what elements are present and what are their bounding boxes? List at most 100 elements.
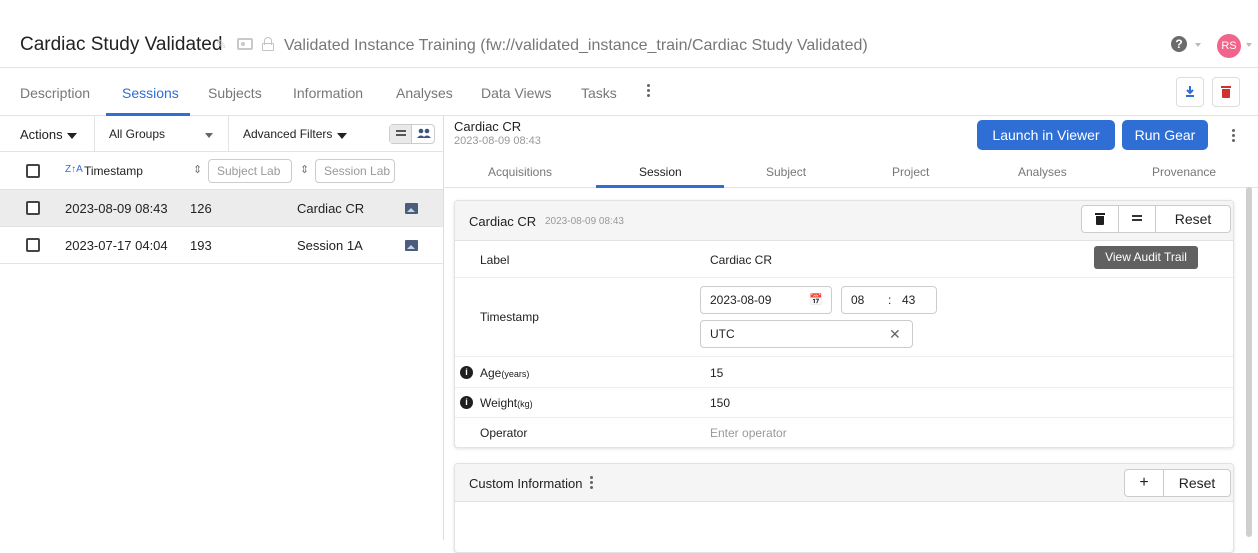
- view-audit-trail-button[interactable]: [1119, 206, 1155, 232]
- filters-chevron-down-icon[interactable]: [337, 133, 347, 139]
- audit-trail-tooltip: View Audit Trail: [1094, 246, 1198, 269]
- row-checkbox[interactable]: [26, 238, 40, 252]
- tab-data-views[interactable]: Data Views: [481, 85, 552, 101]
- actions-chevron-down-icon[interactable]: [67, 133, 77, 139]
- more-actions-icon[interactable]: [1232, 129, 1235, 144]
- actions-menu[interactable]: Actions: [20, 127, 63, 142]
- project-path[interactable]: Validated Instance Training (fw://valida…: [284, 37, 868, 55]
- card-actions-group: Reset: [1081, 205, 1231, 233]
- operator-input[interactable]: Enter operator: [710, 426, 787, 440]
- session-title: Cardiac CR: [454, 119, 522, 134]
- avatar-chevron-down-icon[interactable]: [1246, 43, 1252, 47]
- column-timestamp[interactable]: Timestamp: [84, 164, 143, 178]
- custom-reset-button[interactable]: Reset: [1164, 470, 1230, 496]
- lock-icon: [262, 37, 274, 51]
- delete-session-button[interactable]: [1082, 206, 1118, 232]
- table-row[interactable]: 2023-07-17 04:04 193 Session 1A: [0, 227, 443, 264]
- label-field-value[interactable]: Cardiac CR: [710, 253, 772, 267]
- tab-analyses[interactable]: Analyses: [396, 85, 453, 101]
- divider: [94, 116, 95, 152]
- timezone-select[interactable]: UTC ✕: [700, 320, 913, 348]
- minute-value: 43: [902, 293, 916, 307]
- session-filter-input[interactable]: Session Lab: [315, 159, 395, 183]
- weight-row: i Weight(kg) 150: [455, 388, 1233, 418]
- age-field-name: Age(years): [480, 366, 530, 380]
- card-title-date: 2023-08-09 08:43: [545, 216, 624, 227]
- sort-session-icon[interactable]: ⇕: [300, 163, 309, 176]
- session-tabs: [444, 152, 1258, 188]
- page-header: Cardiac Study Validated ✎ Validated Inst…: [0, 0, 1258, 68]
- id-card-icon[interactable]: [237, 38, 253, 50]
- custom-info-title: Custom Information: [469, 476, 583, 491]
- page-title: Cardiac Study Validated: [20, 34, 223, 55]
- tab-subject[interactable]: Subject: [766, 165, 806, 179]
- session-info-card: Cardiac CR 2023-08-09 08:43 Reset Label: [454, 200, 1234, 448]
- operator-row: Operator Enter operator: [455, 418, 1233, 447]
- weight-field-name: Weight(kg): [480, 396, 533, 410]
- tab-tasks[interactable]: Tasks: [581, 85, 617, 101]
- help-icon[interactable]: ?: [1171, 36, 1187, 52]
- run-gear-button[interactable]: Run Gear: [1122, 120, 1208, 150]
- launch-in-viewer-button[interactable]: Launch in Viewer: [977, 120, 1115, 150]
- group-view-button[interactable]: [413, 125, 435, 143]
- tab-description[interactable]: Description: [20, 85, 90, 101]
- list-view-button[interactable]: [390, 125, 412, 143]
- people-icon: [417, 128, 431, 138]
- delete-project-button[interactable]: [1212, 77, 1240, 107]
- table-row[interactable]: 2023-08-09 08:43 126 Cardiac CR: [0, 190, 443, 227]
- image-viewer-icon[interactable]: [405, 203, 418, 214]
- row-checkbox[interactable]: [26, 201, 40, 215]
- download-button[interactable]: [1176, 77, 1204, 107]
- row-timestamp: 2023-07-17 04:04: [65, 238, 168, 253]
- session-detail-panel: Cardiac CR 2023-08-09 08:43 Launch in Vi…: [444, 116, 1258, 553]
- group-select[interactable]: All Groups: [109, 127, 165, 141]
- tab-session[interactable]: Session: [639, 165, 682, 179]
- tab-sessions[interactable]: Sessions: [122, 85, 179, 101]
- card-header: Custom Information + Reset: [455, 464, 1233, 502]
- time-input[interactable]: 08 : 43: [841, 286, 937, 314]
- info-icon[interactable]: i: [460, 396, 473, 409]
- view-toggle: [389, 124, 435, 144]
- advanced-filters-button[interactable]: Advanced Filters: [243, 127, 332, 141]
- tab-analyses[interactable]: Analyses: [1018, 165, 1067, 179]
- edit-pencil-icon[interactable]: ✎: [216, 37, 230, 52]
- hour-value: 08: [851, 293, 865, 307]
- calendar-icon[interactable]: 📅: [809, 287, 823, 313]
- row-session: Cardiac CR: [297, 201, 365, 216]
- subject-filter-input[interactable]: Subject Lab: [208, 159, 292, 183]
- group-chevron-down-icon[interactable]: [205, 133, 213, 138]
- age-field-value[interactable]: 15: [710, 366, 723, 380]
- sort-subject-icon[interactable]: ⇕: [193, 163, 202, 176]
- age-row: i Age(years) 15: [455, 357, 1233, 388]
- operator-field-name: Operator: [480, 426, 528, 440]
- more-tabs-icon[interactable]: [647, 84, 650, 99]
- info-icon[interactable]: i: [460, 366, 473, 379]
- image-viewer-icon[interactable]: [405, 240, 418, 251]
- reset-button[interactable]: Reset: [1156, 206, 1230, 232]
- card-title: Cardiac CR: [469, 214, 537, 229]
- card-header: Cardiac CR 2023-08-09 08:43 Reset: [455, 201, 1233, 241]
- tab-acquisitions[interactable]: Acquisitions: [488, 165, 552, 179]
- label-field-name: Label: [480, 253, 510, 267]
- add-button[interactable]: +: [1125, 470, 1163, 496]
- clear-icon[interactable]: ✕: [889, 321, 901, 347]
- tab-project[interactable]: Project: [892, 165, 929, 179]
- sort-desc-icon[interactable]: Z↑A: [65, 164, 83, 175]
- project-tabs: Description Sessions Subjects Informatio…: [0, 68, 1258, 116]
- timestamp-row: Timestamp 2023-08-09 📅 08 : 43 UTC ✕: [455, 278, 1233, 357]
- timestamp-field-name: Timestamp: [480, 310, 539, 324]
- help-chevron-down-icon[interactable]: [1195, 43, 1201, 47]
- weight-field-value[interactable]: 150: [710, 396, 730, 410]
- custom-info-actions: + Reset: [1124, 469, 1231, 497]
- custom-info-menu-icon[interactable]: [590, 476, 593, 491]
- avatar[interactable]: RS: [1217, 34, 1241, 58]
- select-all-checkbox[interactable]: [26, 164, 40, 178]
- date-input[interactable]: 2023-08-09 📅: [700, 286, 832, 314]
- tab-information[interactable]: Information: [293, 85, 363, 101]
- tab-provenance[interactable]: Provenance: [1152, 165, 1216, 179]
- table-header: Z↑A Timestamp ⇕ Subject Lab ⇕ Session La…: [0, 152, 443, 190]
- row-subject: 193: [190, 238, 212, 253]
- tab-subjects[interactable]: Subjects: [208, 85, 262, 101]
- active-session-tab-indicator: [596, 185, 724, 188]
- scrollbar[interactable]: [1246, 187, 1252, 537]
